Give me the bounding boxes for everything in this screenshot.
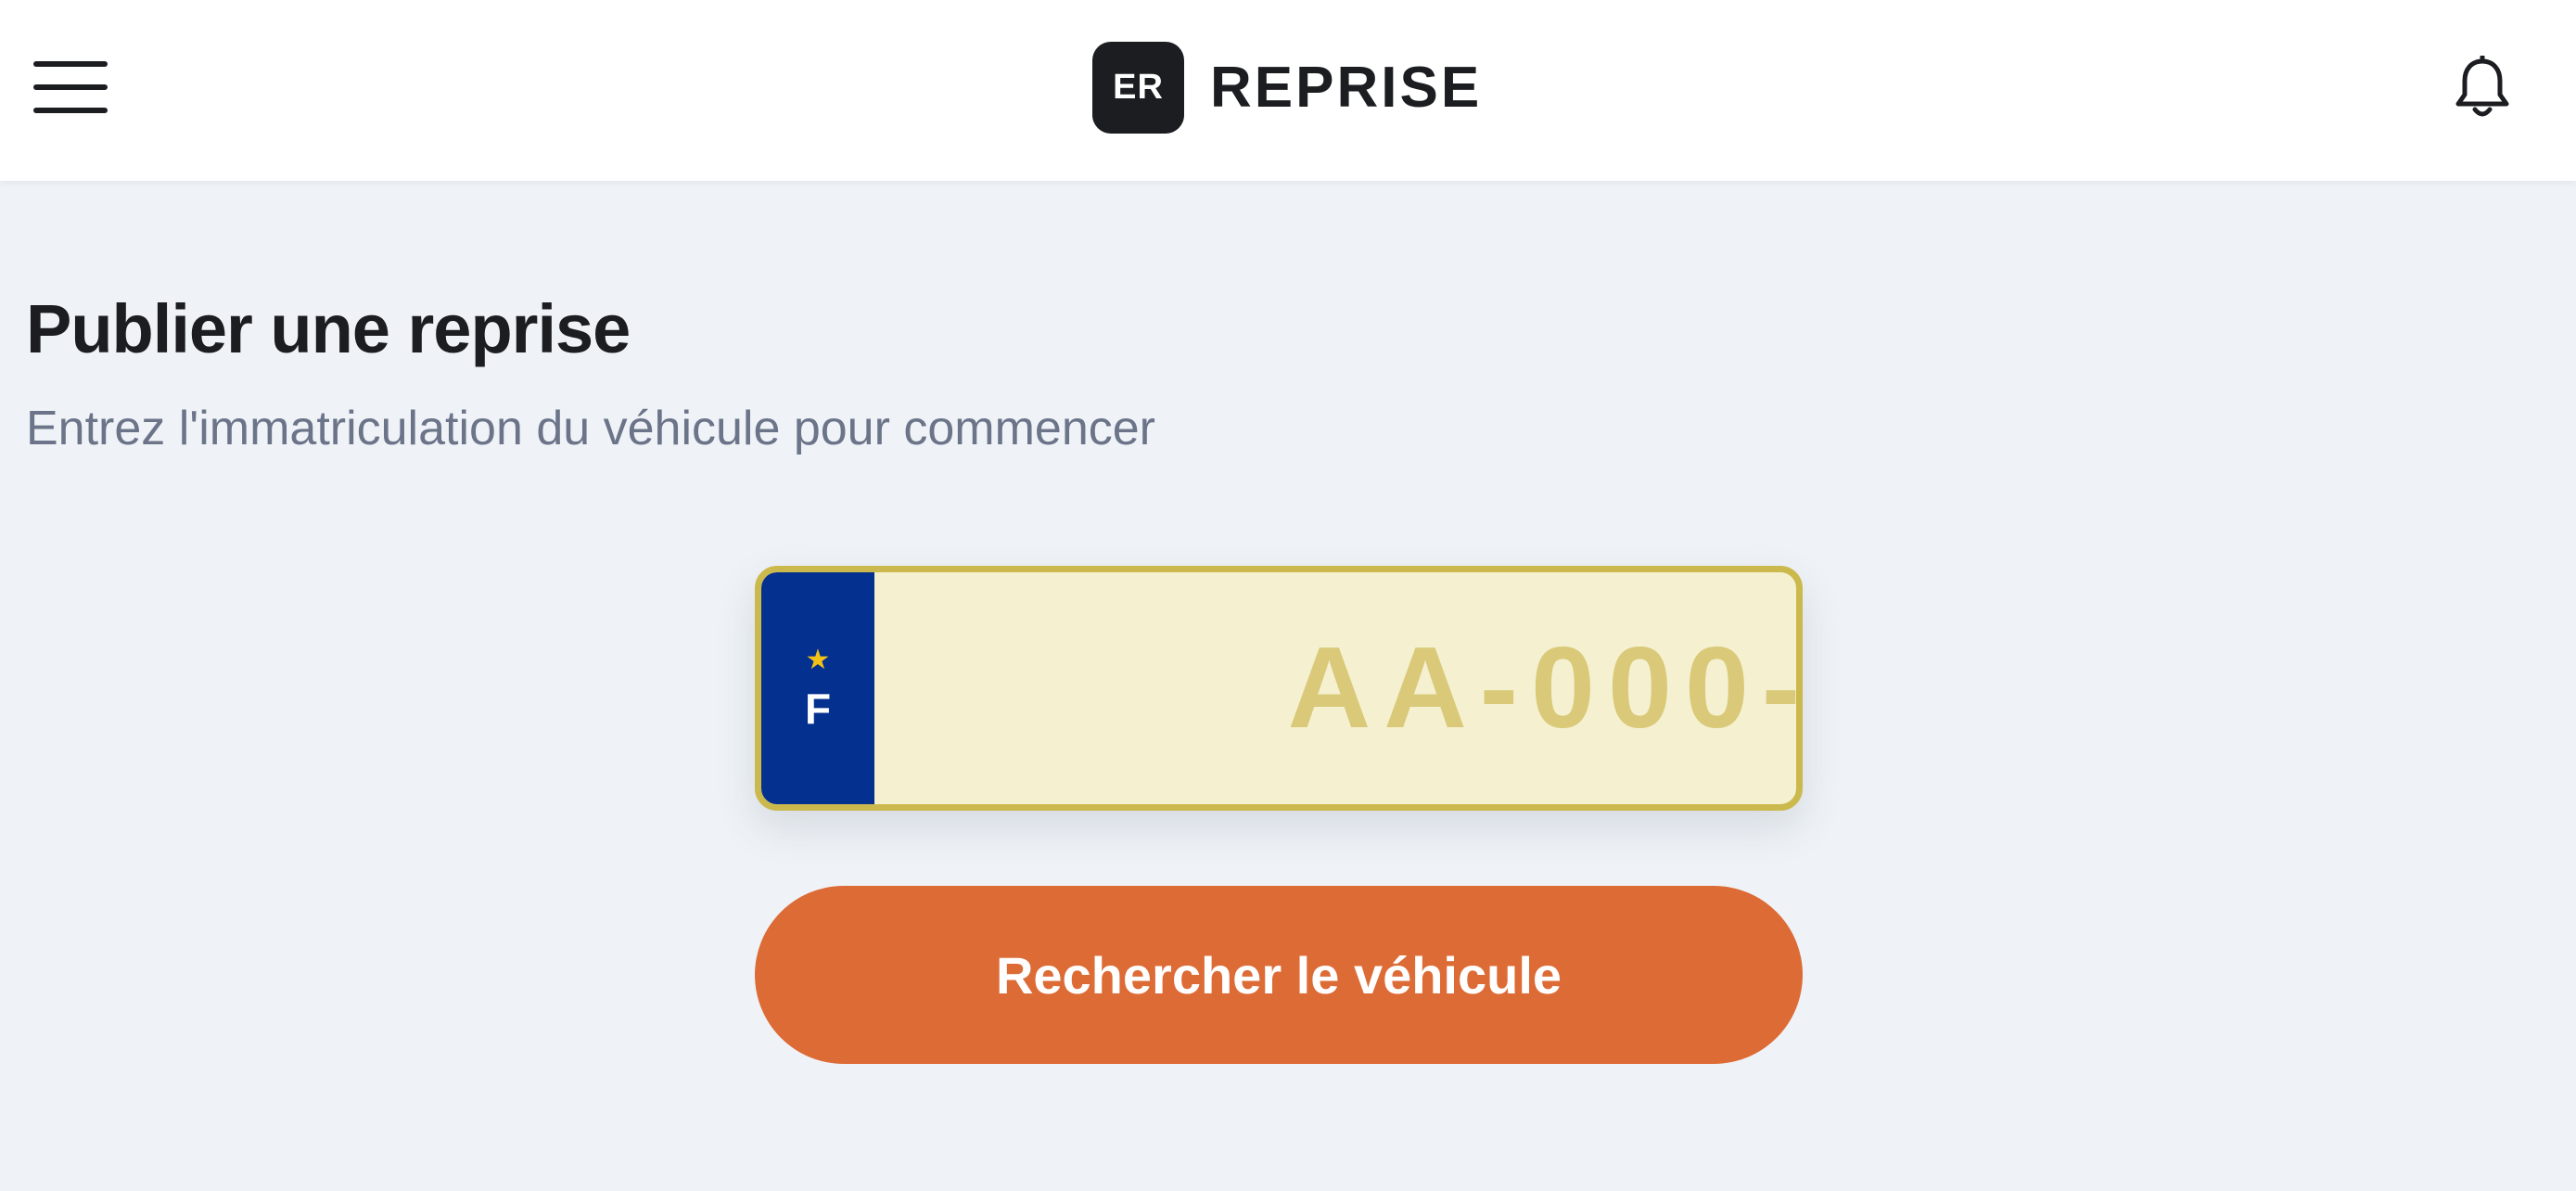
search-vehicle-button[interactable]: Rechercher le véhicule — [755, 886, 1803, 1064]
bell-icon — [2455, 54, 2509, 117]
license-plate-input[interactable] — [874, 572, 1796, 804]
menu-button[interactable] — [33, 56, 108, 119]
menu-icon-line — [33, 61, 108, 67]
menu-icon-line — [33, 108, 108, 113]
page-subtitle: Entrez l'immatriculation du véhicule pou… — [26, 402, 1155, 455]
license-plate-field: ★ F — [755, 566, 1803, 811]
menu-icon-line — [33, 84, 108, 90]
top-app-bar: ER REPRISE — [0, 0, 2576, 181]
star-icon: ★ — [805, 645, 831, 675]
brand: ER REPRISE — [1092, 41, 1482, 134]
brand-name: REPRISE — [1210, 55, 1483, 120]
plate-country-code: F — [804, 685, 832, 733]
brand-logo: ER — [1092, 41, 1184, 134]
notifications-button[interactable] — [2454, 54, 2511, 121]
plate-eu-band: ★ F — [761, 572, 874, 804]
page-title: Publier une reprise — [26, 290, 631, 367]
